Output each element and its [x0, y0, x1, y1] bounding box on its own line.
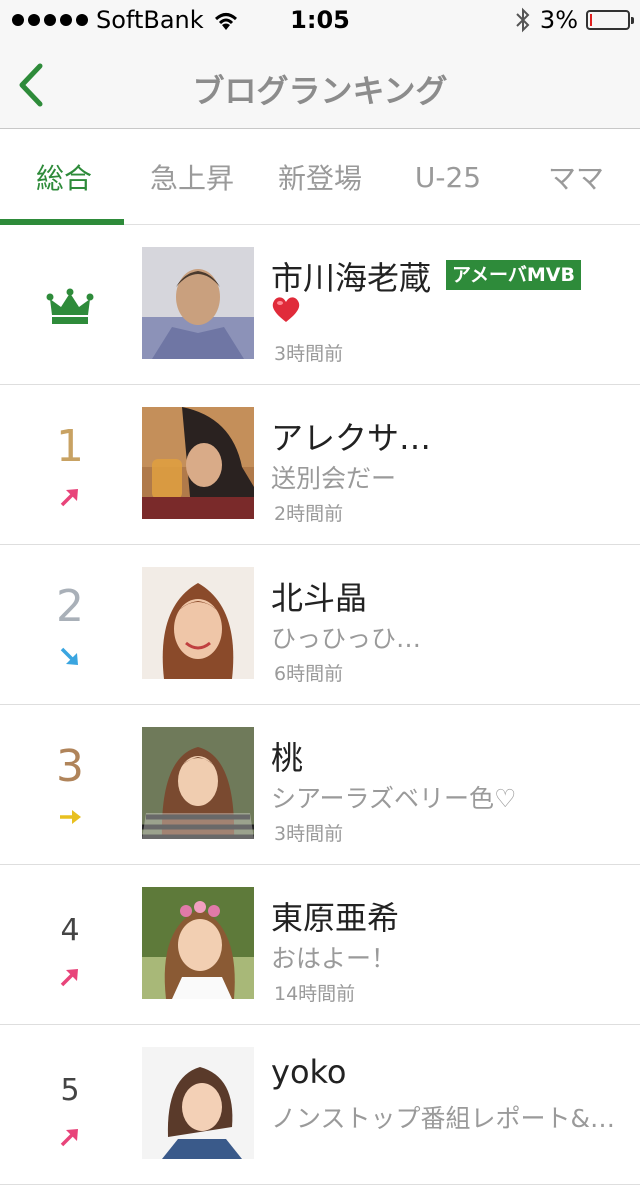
avatar[interactable]: [142, 887, 254, 999]
list-item[interactable]: 2 北斗晶 ひっひっひ… 6時間前: [0, 545, 640, 705]
post-time: 14時間前: [274, 983, 356, 1005]
battery-icon: [586, 10, 634, 30]
post-title: おはよー！: [271, 944, 397, 973]
post-time: 3時間前: [274, 343, 344, 365]
tab-new[interactable]: 新登場: [256, 129, 384, 225]
trend-up-icon: [60, 969, 78, 987]
rank-number: 5: [60, 1073, 80, 1108]
battery-percent: 3%: [539, 6, 578, 34]
status-right: 3%: [514, 6, 634, 34]
post-title: シアーラズベリー色♡: [271, 784, 517, 813]
blog-name: 市川海老蔵: [271, 259, 432, 297]
list-item[interactable]: 3 桃 シアーラズベリー色♡ 3時間前: [0, 705, 640, 865]
ranking-list: 市川海老蔵 アメーバMVB 3時間前 1 アレクサ… 送別会だー 2時間前 2 …: [0, 225, 640, 1185]
list-item[interactable]: 市川海老蔵 アメーバMVB 3時間前: [0, 225, 640, 385]
heart-icon: [272, 297, 300, 322]
rank-number: 2: [56, 581, 84, 632]
crown-icon: [46, 288, 94, 324]
post-time: 3時間前: [274, 823, 344, 845]
list-item[interactable]: 1 アレクサ… 送別会だー 2時間前: [0, 385, 640, 545]
battery-level: [590, 14, 592, 26]
rank-number: 4: [60, 913, 80, 948]
mvb-badge: アメーバMVB: [446, 260, 581, 290]
status-bar: SoftBank 1:05 3%: [0, 0, 640, 40]
tab-overall[interactable]: 総合: [0, 129, 128, 225]
rank-cell: 1: [0, 385, 140, 545]
avatar[interactable]: [142, 247, 254, 359]
post-title: ノンストップ番組レポート&…: [271, 1104, 615, 1133]
tab-rising[interactable]: 急上昇: [128, 129, 256, 225]
rank-cell: 2: [0, 545, 140, 705]
blog-name: 桃: [271, 739, 304, 777]
blog-name: 北斗晶: [271, 579, 368, 617]
rank-number: 1: [56, 421, 84, 472]
post-title: 送別会だー: [271, 464, 397, 493]
rank-cell: 4: [0, 865, 140, 1025]
blog-name: アレクサ…: [271, 419, 432, 457]
avatar[interactable]: [142, 567, 254, 679]
tab-bar: 総合 急上昇 新登場 U-25 ママ: [0, 129, 640, 225]
rank-number: 3: [56, 741, 84, 792]
avatar[interactable]: [142, 1047, 254, 1159]
trend-down-icon: [60, 647, 78, 665]
post-time: 2時間前: [274, 503, 344, 525]
avatar[interactable]: [142, 727, 254, 839]
trend-up-icon: [60, 1129, 78, 1147]
post-time: 6時間前: [274, 663, 344, 685]
trend-up-icon: [60, 489, 78, 507]
list-item[interactable]: 4 東原亜希 おはよー！ 14時間前: [0, 865, 640, 1025]
trend-flat-icon: [60, 810, 81, 824]
post-title: ひっひっひ…: [271, 624, 422, 653]
bluetooth-icon: [516, 7, 530, 33]
tab-u25[interactable]: U-25: [384, 129, 512, 225]
navigation-bar: ブログランキング: [0, 40, 640, 129]
blog-name: 東原亜希: [271, 899, 400, 937]
blog-name: yoko: [271, 1053, 347, 1091]
page-title: ブログランキング: [192, 72, 448, 110]
list-item[interactable]: 5 yoko ノンストップ番組レポート&…: [0, 1025, 640, 1185]
tab-mama[interactable]: ママ: [512, 129, 640, 225]
rank-cell: 5: [0, 1025, 140, 1185]
rank-cell: 3: [0, 705, 140, 865]
avatar[interactable]: [142, 407, 254, 519]
rank-cell: [0, 225, 140, 385]
